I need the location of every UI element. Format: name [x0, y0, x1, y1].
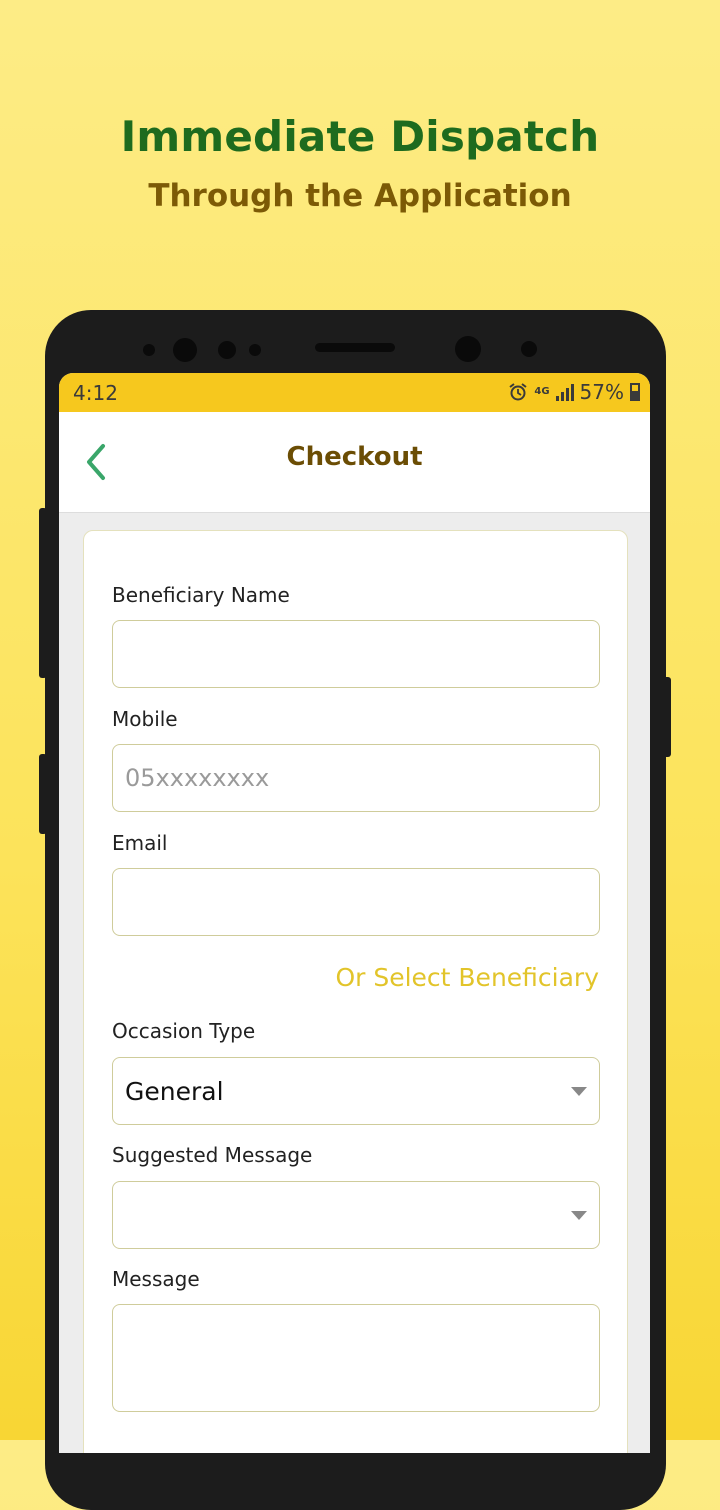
message-textarea[interactable] — [112, 1304, 600, 1412]
camera-lens — [173, 338, 197, 362]
promo-title: Immediate Dispatch — [120, 112, 600, 161]
sensor-dot — [521, 341, 537, 357]
occasion-type-select[interactable]: General — [112, 1057, 600, 1125]
battery-icon — [630, 383, 640, 401]
occasion-type-value: General — [125, 1076, 224, 1106]
alarm-icon — [509, 383, 527, 401]
app-header: Checkout — [59, 412, 650, 513]
status-icons: 4G 57% — [508, 380, 640, 404]
checkout-form-card: Beneficiary Name Mobile Email Or Select … — [83, 530, 628, 1453]
select-beneficiary-link[interactable]: Or Select Beneficiary — [335, 963, 599, 992]
battery-percent: 57% — [579, 380, 624, 404]
sensor-dot — [249, 344, 261, 356]
suggested-message-select[interactable] — [112, 1181, 600, 1249]
status-time: 4:12 — [73, 381, 118, 405]
dropdown-caret-icon — [571, 1087, 587, 1096]
mobile-input[interactable] — [112, 744, 600, 812]
suggested-message-label: Suggested Message — [112, 1143, 313, 1167]
earpiece-speaker — [315, 343, 395, 352]
beneficiary-name-input[interactable] — [112, 620, 600, 688]
camera-lens — [455, 336, 481, 362]
network-type: 4G — [534, 386, 550, 397]
beneficiary-name-label: Beneficiary Name — [112, 583, 290, 607]
email-input[interactable] — [112, 868, 600, 936]
page-title: Checkout — [286, 442, 423, 472]
message-label: Message — [112, 1267, 200, 1291]
signal-icon — [555, 383, 574, 401]
status-bar: 4:12 4G 57% — [59, 373, 650, 412]
occasion-type-label: Occasion Type — [112, 1019, 256, 1043]
mobile-label: Mobile — [112, 707, 178, 731]
promo-subtitle: Through the Application — [148, 178, 572, 214]
sensor-dot — [143, 344, 155, 356]
email-label: Email — [112, 831, 168, 855]
phone-screen: 4:12 4G 57% Checkout Beneficiary Name Mo… — [59, 373, 650, 1453]
sensor-dot — [218, 341, 236, 359]
dropdown-caret-icon — [571, 1211, 587, 1220]
